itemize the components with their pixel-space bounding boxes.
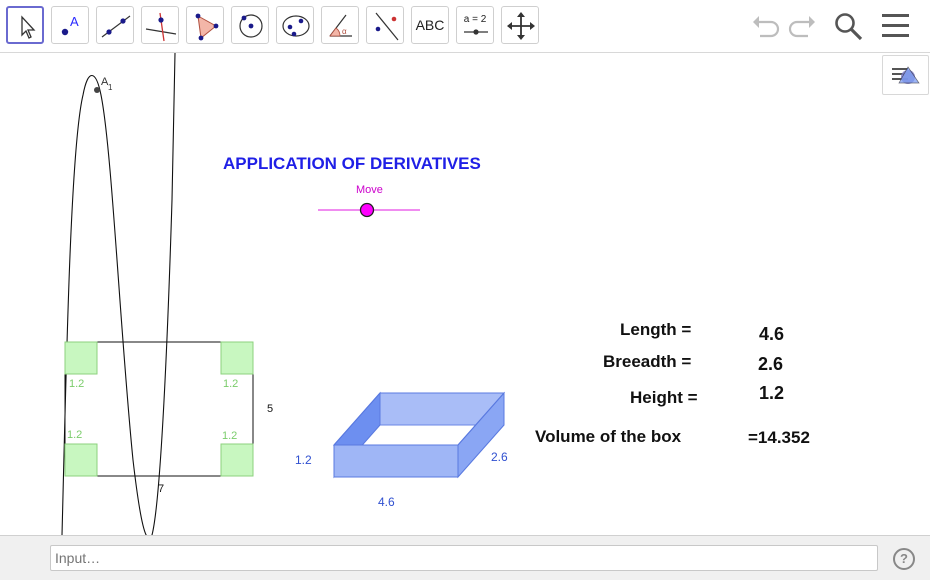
conic-tool-button[interactable] — [276, 6, 314, 44]
algebra-input-field[interactable] — [50, 545, 878, 571]
corner-cut-square[interactable] — [220, 341, 254, 375]
line-tool-button[interactable] — [96, 6, 134, 44]
point-icon: A — [61, 14, 79, 36]
height-value: 1.2 — [759, 383, 785, 403]
move-graphics-view-tool-button[interactable] — [501, 6, 539, 44]
breadth-value: 2.6 — [758, 354, 784, 374]
slider-tool-button[interactable]: a = 2 — [456, 6, 494, 44]
reflect-icon — [375, 12, 399, 41]
line-icon — [101, 15, 131, 38]
breadth-label: Breeadth = — [603, 352, 692, 371]
cut-label: 1.2 — [222, 430, 237, 442]
length-value: 4.6 — [759, 324, 785, 344]
angle-icon: α — [329, 14, 352, 37]
open-box-3d[interactable] — [332, 391, 506, 479]
svg-text:α: α — [342, 27, 347, 36]
height-label: Height = — [630, 388, 698, 407]
style-bar-icon — [892, 66, 920, 84]
cursor-arrow-icon — [21, 15, 36, 39]
sheet-bottom-label: 7 — [158, 483, 164, 495]
point-a1[interactable] — [94, 87, 100, 93]
help-button[interactable]: ? — [893, 548, 915, 570]
graphics-view[interactable]: A 1 1.2 1.2 1.2 1.2 5 7 1.2 2.6 4.6 — [0, 53, 930, 535]
reflect-tool-button[interactable] — [366, 6, 404, 44]
corner-cut-square[interactable] — [64, 443, 98, 477]
circle-tool-button[interactable] — [231, 6, 269, 44]
box-depth-label: 2.6 — [491, 450, 508, 464]
point-tool-button[interactable]: A — [51, 6, 89, 44]
cut-label: 1.2 — [67, 429, 82, 441]
input-bar: ? — [0, 535, 930, 580]
box-length-label: 4.6 — [378, 495, 395, 509]
polygon-tool-button[interactable] — [186, 6, 224, 44]
main-menu-button[interactable] — [878, 8, 914, 44]
text-tool-button[interactable]: ABC — [411, 6, 449, 44]
cut-label: 1.2 — [223, 378, 238, 390]
redo-button[interactable] — [784, 8, 820, 44]
text-tool-label: ABC — [415, 17, 445, 33]
slider-label: Move — [356, 184, 383, 196]
search-button[interactable] — [831, 8, 867, 44]
style-bar-toggle-button[interactable] — [882, 55, 929, 95]
move-slider-handle[interactable] — [359, 202, 375, 218]
length-label: Length = — [620, 320, 692, 339]
polygon-icon — [195, 13, 219, 41]
volume-value: =14.352 — [748, 428, 810, 447]
angle-tool-button[interactable]: α — [321, 6, 359, 44]
svg-text:A: A — [70, 14, 79, 29]
redo-icon — [788, 16, 815, 38]
hamburger-menu-icon — [882, 14, 909, 37]
cut-label: 1.2 — [69, 378, 84, 390]
perpendicular-line-tool-button[interactable] — [141, 6, 179, 44]
four-way-arrow-icon — [507, 12, 535, 40]
toolbar: A α ABC a = 2 — [0, 0, 930, 53]
corner-cut-square[interactable] — [64, 341, 98, 375]
search-icon — [835, 13, 863, 41]
undo-icon — [753, 16, 780, 38]
corner-cut-square[interactable] — [220, 443, 254, 477]
ellipse-icon — [282, 15, 310, 37]
undo-button[interactable] — [748, 8, 784, 44]
volume-label: Volume of the box — [535, 427, 682, 446]
slider-icon — [464, 29, 488, 35]
circle-icon — [239, 14, 263, 38]
point-a1-subscript: 1 — [108, 83, 113, 92]
page-title: APPLICATION OF DERIVATIVES — [223, 154, 481, 173]
sheet-side-label: 5 — [267, 403, 273, 415]
move-tool-button[interactable] — [6, 6, 44, 44]
box-height-label: 1.2 — [295, 453, 312, 467]
perpendicular-icon — [145, 12, 177, 42]
